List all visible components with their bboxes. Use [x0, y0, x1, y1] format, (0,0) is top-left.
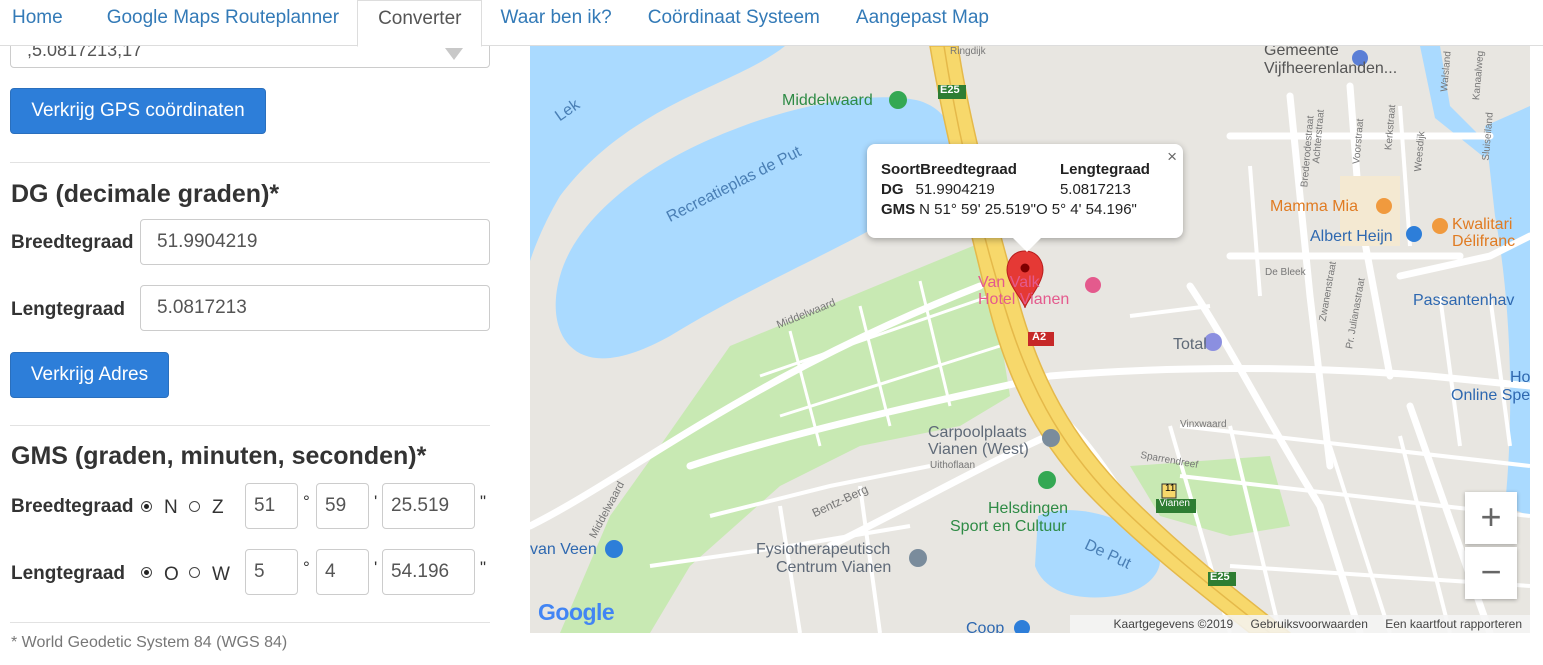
second-symbol: "	[480, 492, 487, 511]
map-tiles	[530, 46, 1530, 633]
map-label: Albert Heijn	[1310, 228, 1393, 245]
select-caret-icon	[445, 48, 463, 60]
map-label: Vijfheerenlanden...	[1264, 60, 1398, 77]
divider	[10, 162, 490, 163]
cell-value: O 5° 4' 54.196"	[1035, 201, 1137, 218]
map-label: Sport en Cultuur	[950, 518, 1067, 535]
map-label: Mamma Mia	[1270, 198, 1359, 215]
gms-lat-minutes-input[interactable]	[316, 483, 369, 529]
map-label: Carpoolplaats	[928, 424, 1027, 441]
gms-heading: GMS (graden, minuten, seconden)*	[11, 442, 427, 470]
map-label: Middelwaard	[782, 92, 873, 109]
map-label: Coop	[966, 620, 1005, 633]
degree-symbol: °	[303, 492, 310, 511]
map-attribution: Kaartgegevens ©2019 Gebruiksvoorwaarden …	[1070, 615, 1530, 633]
cell-value: 5.0817213	[1059, 181, 1131, 198]
highway-shield: 11	[1165, 483, 1176, 494]
divider	[10, 622, 490, 623]
tab-home[interactable]: Home	[0, 0, 89, 46]
zoom-in-button[interactable]: +	[1465, 492, 1517, 544]
radio-north-label: N	[164, 497, 178, 518]
table-row: DG 51.9904219 5.0817213	[881, 180, 1150, 200]
radio-west[interactable]	[189, 567, 200, 578]
radio-south[interactable]	[189, 501, 200, 512]
cell-value: 51.9904219	[915, 181, 995, 198]
terms-link[interactable]: Gebruiksvoorwaarden	[1250, 617, 1367, 631]
gms-lat-seconds-input[interactable]	[382, 483, 475, 529]
report-error-link[interactable]: Een kaartfout rapporteren	[1385, 617, 1522, 631]
minute-symbol: '	[374, 558, 378, 577]
converter-form: ,5.0817213,17 Verkrijg GPS coördinaten D…	[0, 46, 500, 665]
get-address-button[interactable]: Verkrijg Adres	[10, 352, 169, 398]
gms-lat-degrees-input[interactable]	[245, 483, 298, 529]
google-logo: Google	[538, 599, 615, 626]
minute-symbol: '	[374, 492, 378, 511]
coordinate-table: SoortBreedtegraad Lengtegraad DG 51.99042…	[881, 160, 1150, 220]
gms-lng-seconds-input[interactable]	[382, 549, 475, 595]
map-label: Gemeente	[1264, 46, 1339, 59]
coordinate-select[interactable]: ,5.0817213,17	[10, 46, 490, 68]
gms-lng-degrees-input[interactable]	[245, 549, 298, 595]
map-label: Vianen (West)	[928, 441, 1029, 458]
second-symbol: "	[480, 558, 487, 577]
close-icon[interactable]: ×	[1167, 147, 1177, 167]
map-label: Kwalitari	[1452, 216, 1513, 233]
radio-east[interactable]	[141, 567, 152, 578]
tab-routeplanner[interactable]: Google Maps Routeplanner	[89, 0, 357, 46]
map-label: Van Valk	[978, 274, 1040, 291]
map-label: Online Spe	[1451, 387, 1530, 404]
dg-lat-input[interactable]	[140, 219, 490, 265]
dg-lng-input[interactable]	[140, 285, 490, 331]
map-label: Helsdingen	[988, 500, 1069, 517]
radio-east-label: O	[164, 564, 179, 585]
highway-shield: E25	[940, 84, 960, 96]
dg-lng-label: Lengtegraad	[11, 299, 126, 320]
google-map[interactable]: Gemeente Vijfheerenlanden... Middelwaard…	[530, 46, 1530, 633]
nav-tabs: Home Google Maps Routeplanner Converter …	[0, 0, 1543, 47]
radio-north[interactable]	[141, 501, 152, 512]
get-gps-button[interactable]: Verkrijg GPS coördinaten	[10, 88, 266, 134]
divider	[10, 425, 490, 426]
map-label: Centrum Vianen	[776, 559, 892, 576]
map-label: Total	[1173, 336, 1207, 353]
tab-coordinaat-systeem[interactable]: Coördinaat Systeem	[630, 0, 838, 46]
gms-lng-label: Lengtegraad	[11, 563, 126, 584]
dg-heading: DG (decimale graden)*	[11, 180, 280, 208]
map-label: Hotel Vianen	[978, 291, 1070, 308]
street-label: Ringdijk	[950, 46, 986, 57]
info-window: × SoortBreedtegraad Lengtegraad DG 51.990…	[867, 144, 1183, 252]
google-logo-text: Google	[538, 599, 615, 625]
map-label: van Veen	[530, 541, 597, 558]
map-label: Fysiotherapeutisch	[756, 541, 891, 558]
attribution-data: Kaartgegevens ©2019	[1113, 617, 1234, 631]
tab-aangepast-map[interactable]: Aangepast Map	[838, 0, 1007, 46]
table-header: Lengtegraad	[1059, 161, 1150, 178]
gms-lng-minutes-input[interactable]	[316, 549, 369, 595]
degree-symbol: °	[303, 558, 310, 577]
table-row: GMS N 51° 59' 25.519" O 5° 4' 54.196"	[881, 200, 1150, 220]
map-label: Passantenhav	[1413, 292, 1515, 309]
highway-shield: Vianen	[1159, 498, 1190, 509]
tab-converter[interactable]: Converter	[357, 0, 483, 47]
street-label: De Bleek	[1265, 267, 1306, 278]
map-label: Ho	[1510, 369, 1530, 386]
radio-south-label: Z	[212, 497, 224, 518]
wgs-footnote: * World Geodetic System 84 (WGS 84)	[11, 634, 288, 651]
radio-west-label: W	[212, 564, 230, 585]
tab-waar-ben-ik[interactable]: Waar ben ik?	[482, 0, 629, 46]
highway-shield: A2	[1032, 331, 1047, 343]
highway-shield: E25	[1210, 571, 1230, 583]
table-header: SoortBreedtegraad	[881, 161, 1017, 178]
cell-value: N 51° 59' 25.519"	[919, 201, 1036, 218]
row-label: DG	[881, 181, 904, 198]
street-label: Vinxwaard	[1180, 419, 1227, 430]
gms-lat-label: Breedtegraad	[11, 496, 134, 517]
dg-lat-label: Breedtegraad	[11, 232, 134, 253]
coordinate-select-value: ,5.0817213,17	[27, 46, 143, 60]
zoom-out-button[interactable]: −	[1465, 547, 1517, 599]
map-label: Délifranc	[1452, 233, 1516, 250]
row-label: GMS	[881, 201, 916, 218]
street-label: Uithoflaan	[930, 460, 976, 471]
